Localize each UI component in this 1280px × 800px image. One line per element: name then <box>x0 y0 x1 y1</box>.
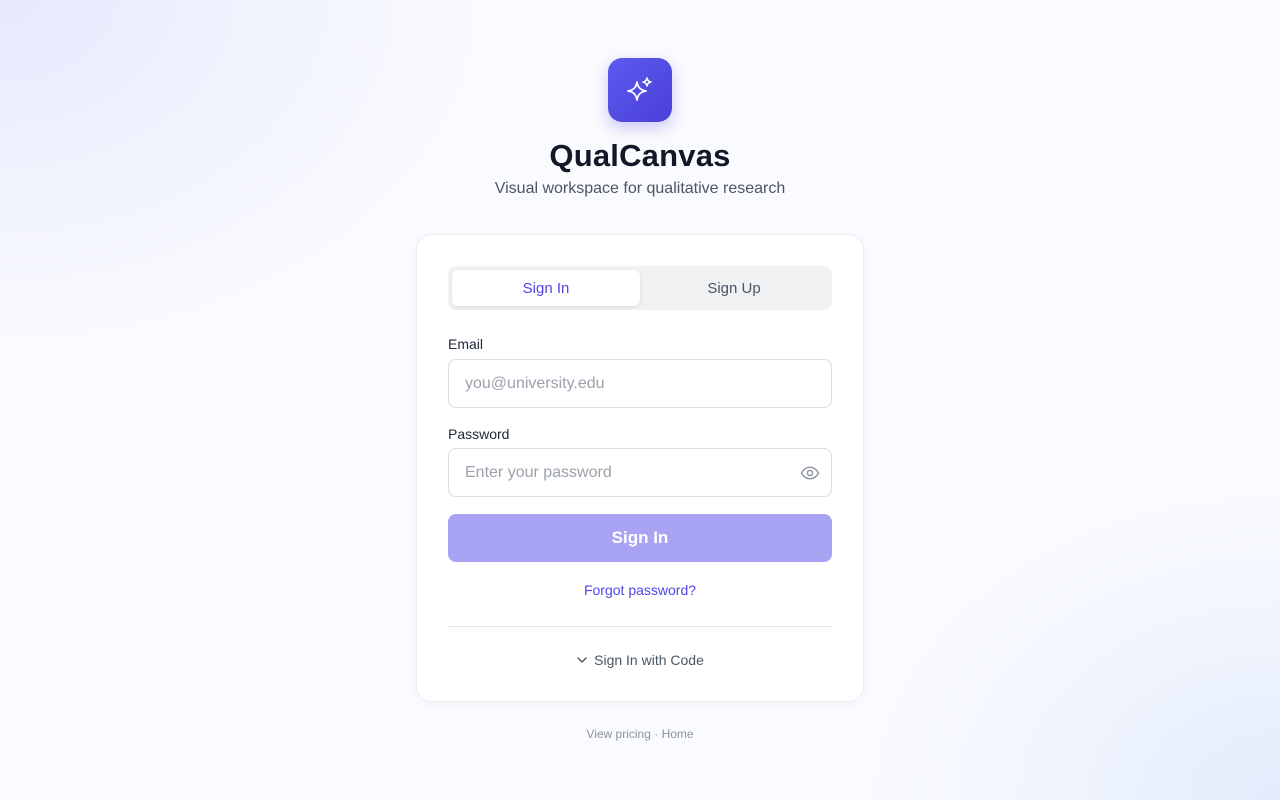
password-label: Password <box>448 426 510 442</box>
email-label: Email <box>448 336 484 352</box>
divider <box>448 626 832 627</box>
email-field[interactable] <box>449 374 831 393</box>
sign-in-button[interactable]: Sign In <box>448 514 832 562</box>
sparkles-icon <box>627 77 652 101</box>
home-link[interactable]: Home <box>662 727 694 741</box>
forgot-password-link[interactable]: Forgot password? <box>417 582 863 598</box>
auth-card: Sign In Sign Up Email Password Sign In F… <box>416 234 864 702</box>
tab-sign-in[interactable]: Sign In <box>452 270 640 306</box>
app-logo <box>608 58 672 122</box>
email-field-wrapper <box>448 359 832 408</box>
sign-in-with-code-label: Sign In with Code <box>594 652 704 668</box>
footer-links: View pricing · Home <box>0 727 1280 741</box>
eye-icon[interactable] <box>799 463 821 483</box>
footer-separator: · <box>654 727 659 741</box>
auth-tabs: Sign In Sign Up <box>448 266 832 310</box>
tab-sign-up[interactable]: Sign Up <box>640 270 828 306</box>
app-subtitle: Visual workspace for qualitative researc… <box>494 180 786 197</box>
view-pricing-link[interactable]: View pricing <box>586 727 650 741</box>
chevron-down-icon <box>577 657 587 663</box>
app-title: QualCanvas <box>549 138 731 173</box>
password-field-wrapper <box>448 448 832 497</box>
password-field[interactable] <box>449 463 831 482</box>
sign-in-with-code-toggle[interactable]: Sign In with Code <box>417 652 863 668</box>
